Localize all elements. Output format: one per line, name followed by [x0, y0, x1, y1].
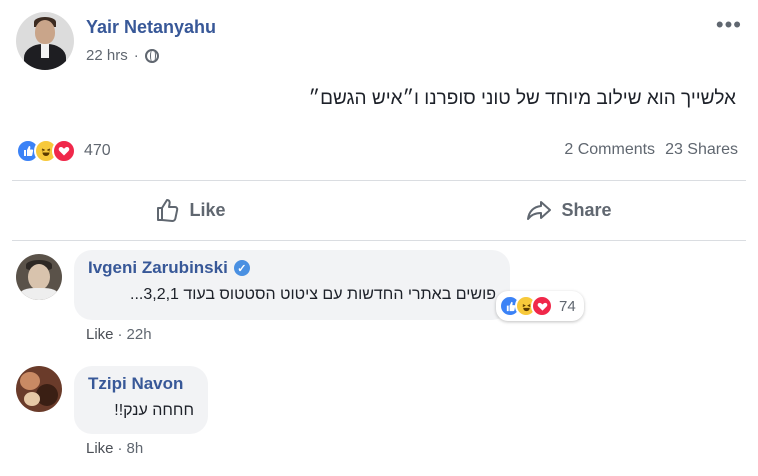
comment-separator: · [117, 326, 123, 343]
love-icon [531, 295, 553, 317]
comment-bubble: Ivgeni Zarubinski ✓ פושים באתרי החדשות ע… [74, 250, 510, 320]
comment-reactions[interactable]: 74 [496, 291, 584, 321]
more-icon[interactable]: ••• [716, 12, 742, 38]
love-icon [52, 139, 76, 163]
comment-bubble: Tzipi Navon חחחה ענק!! [74, 366, 208, 434]
share-arrow-icon [527, 201, 552, 220]
comment-separator: · [117, 440, 123, 457]
globe-icon[interactable] [144, 48, 159, 63]
comment-like-button[interactable]: Like [86, 440, 114, 457]
author-name[interactable]: Yair Netanyahu [86, 17, 216, 38]
comment-actions: Like · 22h [86, 326, 152, 343]
divider [12, 180, 746, 181]
comment-actions: Like · 8h [86, 440, 143, 457]
facebook-post: Yair Netanyahu 22 hrs · ••• אלשייך הוא ש… [0, 0, 758, 476]
commenter-avatar[interactable] [16, 366, 62, 412]
comment-time[interactable]: 22h [127, 326, 152, 343]
comment-text: חחחה ענק!! [114, 402, 194, 419]
post-stats: 2 Comments 23 Shares [564, 141, 738, 159]
shares-count[interactable]: 23 Shares [665, 141, 738, 159]
comment-like-button[interactable]: Like [86, 326, 114, 343]
like-label: Like [189, 199, 226, 220]
comments-count[interactable]: 2 Comments [564, 141, 655, 159]
reaction-count[interactable]: 470 [84, 142, 111, 160]
commenter-name-row: Ivgeni Zarubinski ✓ [88, 258, 496, 278]
post-text: אלשייך הוא שילוב מיוחד של טוני סופרנו ו״… [308, 88, 736, 109]
comment-reaction-count: 74 [559, 297, 576, 315]
post-reactions[interactable]: 470 [16, 139, 111, 163]
like-button[interactable]: Like [0, 189, 379, 231]
commenter-avatar[interactable] [16, 254, 62, 300]
post-meta: 22 hrs · [86, 47, 159, 64]
comment-time[interactable]: 8h [127, 440, 144, 457]
commenter-name-row: Tzipi Navon [88, 374, 194, 394]
share-label: Share [561, 199, 612, 220]
post-time[interactable]: 22 hrs [86, 47, 128, 64]
comment-text: פושים באתרי החדשות עם ציטוט הסטטוס בעוד … [130, 286, 496, 303]
commenter-name[interactable]: Tzipi Navon [88, 374, 183, 394]
commenter-name[interactable]: Ivgeni Zarubinski [88, 258, 228, 278]
verified-icon: ✓ [233, 260, 250, 276]
thumbs-up-icon [157, 199, 179, 222]
share-button[interactable]: Share [379, 189, 758, 231]
author-avatar[interactable] [16, 12, 74, 70]
post-actions: Like Share [0, 189, 758, 231]
divider [12, 240, 746, 241]
meta-separator: · [133, 47, 139, 64]
